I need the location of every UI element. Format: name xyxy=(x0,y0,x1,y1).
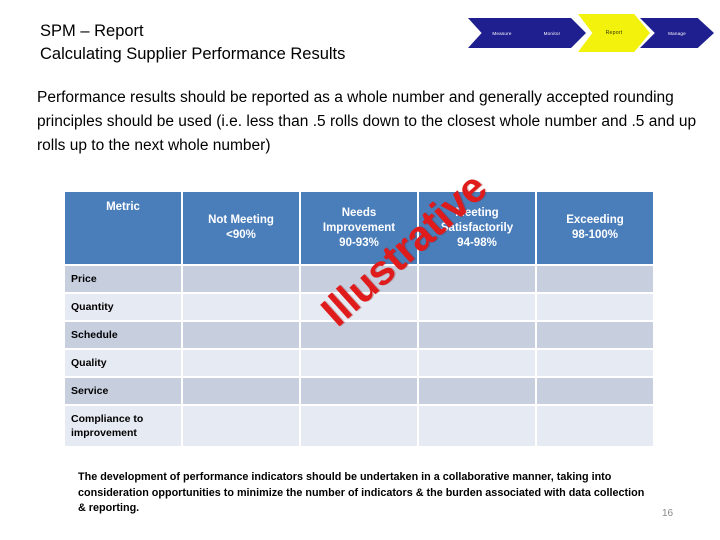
row-label-service: Service xyxy=(65,378,181,404)
process-step-report[interactable]: Report xyxy=(578,14,650,52)
cell-compliance-exceeding[interactable] xyxy=(537,406,653,446)
cell-service-not-meeting[interactable] xyxy=(183,378,299,404)
column-header-needs-improvement-line1: Needs xyxy=(341,206,377,219)
table-row: Quantity xyxy=(65,294,653,320)
column-header-needs-improvement-line2: Improvement xyxy=(322,221,396,234)
cell-schedule-needs-improvement[interactable] xyxy=(301,322,417,348)
cell-quantity-needs-improvement[interactable] xyxy=(301,294,417,320)
column-header-exceeding-line2: 98-100% xyxy=(571,229,619,241)
cell-quality-needs-improvement[interactable] xyxy=(301,350,417,376)
cell-compliance-meeting-satisfactorily[interactable] xyxy=(419,406,535,446)
cell-quantity-meeting-satisfactorily[interactable] xyxy=(419,294,535,320)
column-header-meeting-satisfactorily: Meeting Satisfactorily 94-98% xyxy=(419,192,535,264)
row-label-compliance-line2: improvement xyxy=(71,427,137,439)
cell-price-meeting-satisfactorily[interactable] xyxy=(419,266,535,292)
column-header-meeting-satisfactorily-line2: Satisfactorily xyxy=(440,221,514,234)
table-row: Service xyxy=(65,378,653,404)
table-row: Quality xyxy=(65,350,653,376)
cell-schedule-exceeding[interactable] xyxy=(537,322,653,348)
row-label-quality: Quality xyxy=(65,350,181,376)
cell-service-meeting-satisfactorily[interactable] xyxy=(419,378,535,404)
cell-quantity-not-meeting[interactable] xyxy=(183,294,299,320)
table-body: Price Quantity Schedule Quality Service … xyxy=(65,266,653,446)
column-header-meeting-satisfactorily-line1: Meeting xyxy=(455,206,499,219)
performance-results-table: Metric Not Meeting <90% Needs Improvemen… xyxy=(63,190,655,448)
column-header-exceeding-line1: Exceeding xyxy=(566,214,624,226)
table-header-row: Metric Not Meeting <90% Needs Improvemen… xyxy=(65,192,653,264)
table-row: Schedule xyxy=(65,322,653,348)
process-step-monitor-label: Monitor xyxy=(543,30,561,36)
row-label-compliance-to-improvement: Compliance to improvement xyxy=(65,406,181,446)
column-header-not-meeting: Not Meeting <90% xyxy=(183,192,299,264)
process-step-report-label: Report xyxy=(605,30,623,36)
cell-price-exceeding[interactable] xyxy=(537,266,653,292)
footer-note: The development of performance indicator… xyxy=(78,471,645,514)
page-title: SPM – Report Calculating Supplier Perfor… xyxy=(40,22,346,63)
process-banner: Measure Monitor Report Manage xyxy=(468,12,714,54)
row-label-price: Price xyxy=(65,266,181,292)
process-step-manage-label: Manage xyxy=(668,30,686,36)
cell-service-needs-improvement[interactable] xyxy=(301,378,417,404)
column-header-metric: Metric xyxy=(65,192,181,264)
column-header-meeting-satisfactorily-line3: 94-98% xyxy=(457,236,497,249)
slide-number: 16 xyxy=(662,508,674,519)
cell-compliance-not-meeting[interactable] xyxy=(183,406,299,446)
cell-schedule-not-meeting[interactable] xyxy=(183,322,299,348)
cell-price-not-meeting[interactable] xyxy=(183,266,299,292)
row-label-compliance-line1: Compliance to xyxy=(71,413,144,425)
column-header-needs-improvement: Needs Improvement 90-93% xyxy=(301,192,417,264)
cell-price-needs-improvement[interactable] xyxy=(301,266,417,292)
cell-quality-exceeding[interactable] xyxy=(537,350,653,376)
cell-service-exceeding[interactable] xyxy=(537,378,653,404)
row-label-quantity: Quantity xyxy=(65,294,181,320)
table-header: Metric Not Meeting <90% Needs Improvemen… xyxy=(65,192,653,264)
column-header-not-meeting-line2: <90% xyxy=(226,229,256,241)
cell-quantity-exceeding[interactable] xyxy=(537,294,653,320)
cell-compliance-needs-improvement[interactable] xyxy=(301,406,417,446)
process-step-manage[interactable]: Manage xyxy=(640,18,714,48)
cell-quality-not-meeting[interactable] xyxy=(183,350,299,376)
column-header-needs-improvement-line3: 90-93% xyxy=(339,236,379,249)
process-step-measure-label: Measure xyxy=(492,30,512,36)
row-label-schedule: Schedule xyxy=(65,322,181,348)
body-paragraph: Performance results should be reported a… xyxy=(37,89,697,154)
cell-quality-meeting-satisfactorily[interactable] xyxy=(419,350,535,376)
table-row: Price xyxy=(65,266,653,292)
column-header-not-meeting-line1: Not Meeting xyxy=(208,214,274,226)
column-header-metric-line1: Metric xyxy=(106,201,140,213)
table-row: Compliance to improvement xyxy=(65,406,653,446)
column-header-exceeding: Exceeding 98-100% xyxy=(537,192,653,264)
cell-schedule-meeting-satisfactorily[interactable] xyxy=(419,322,535,348)
